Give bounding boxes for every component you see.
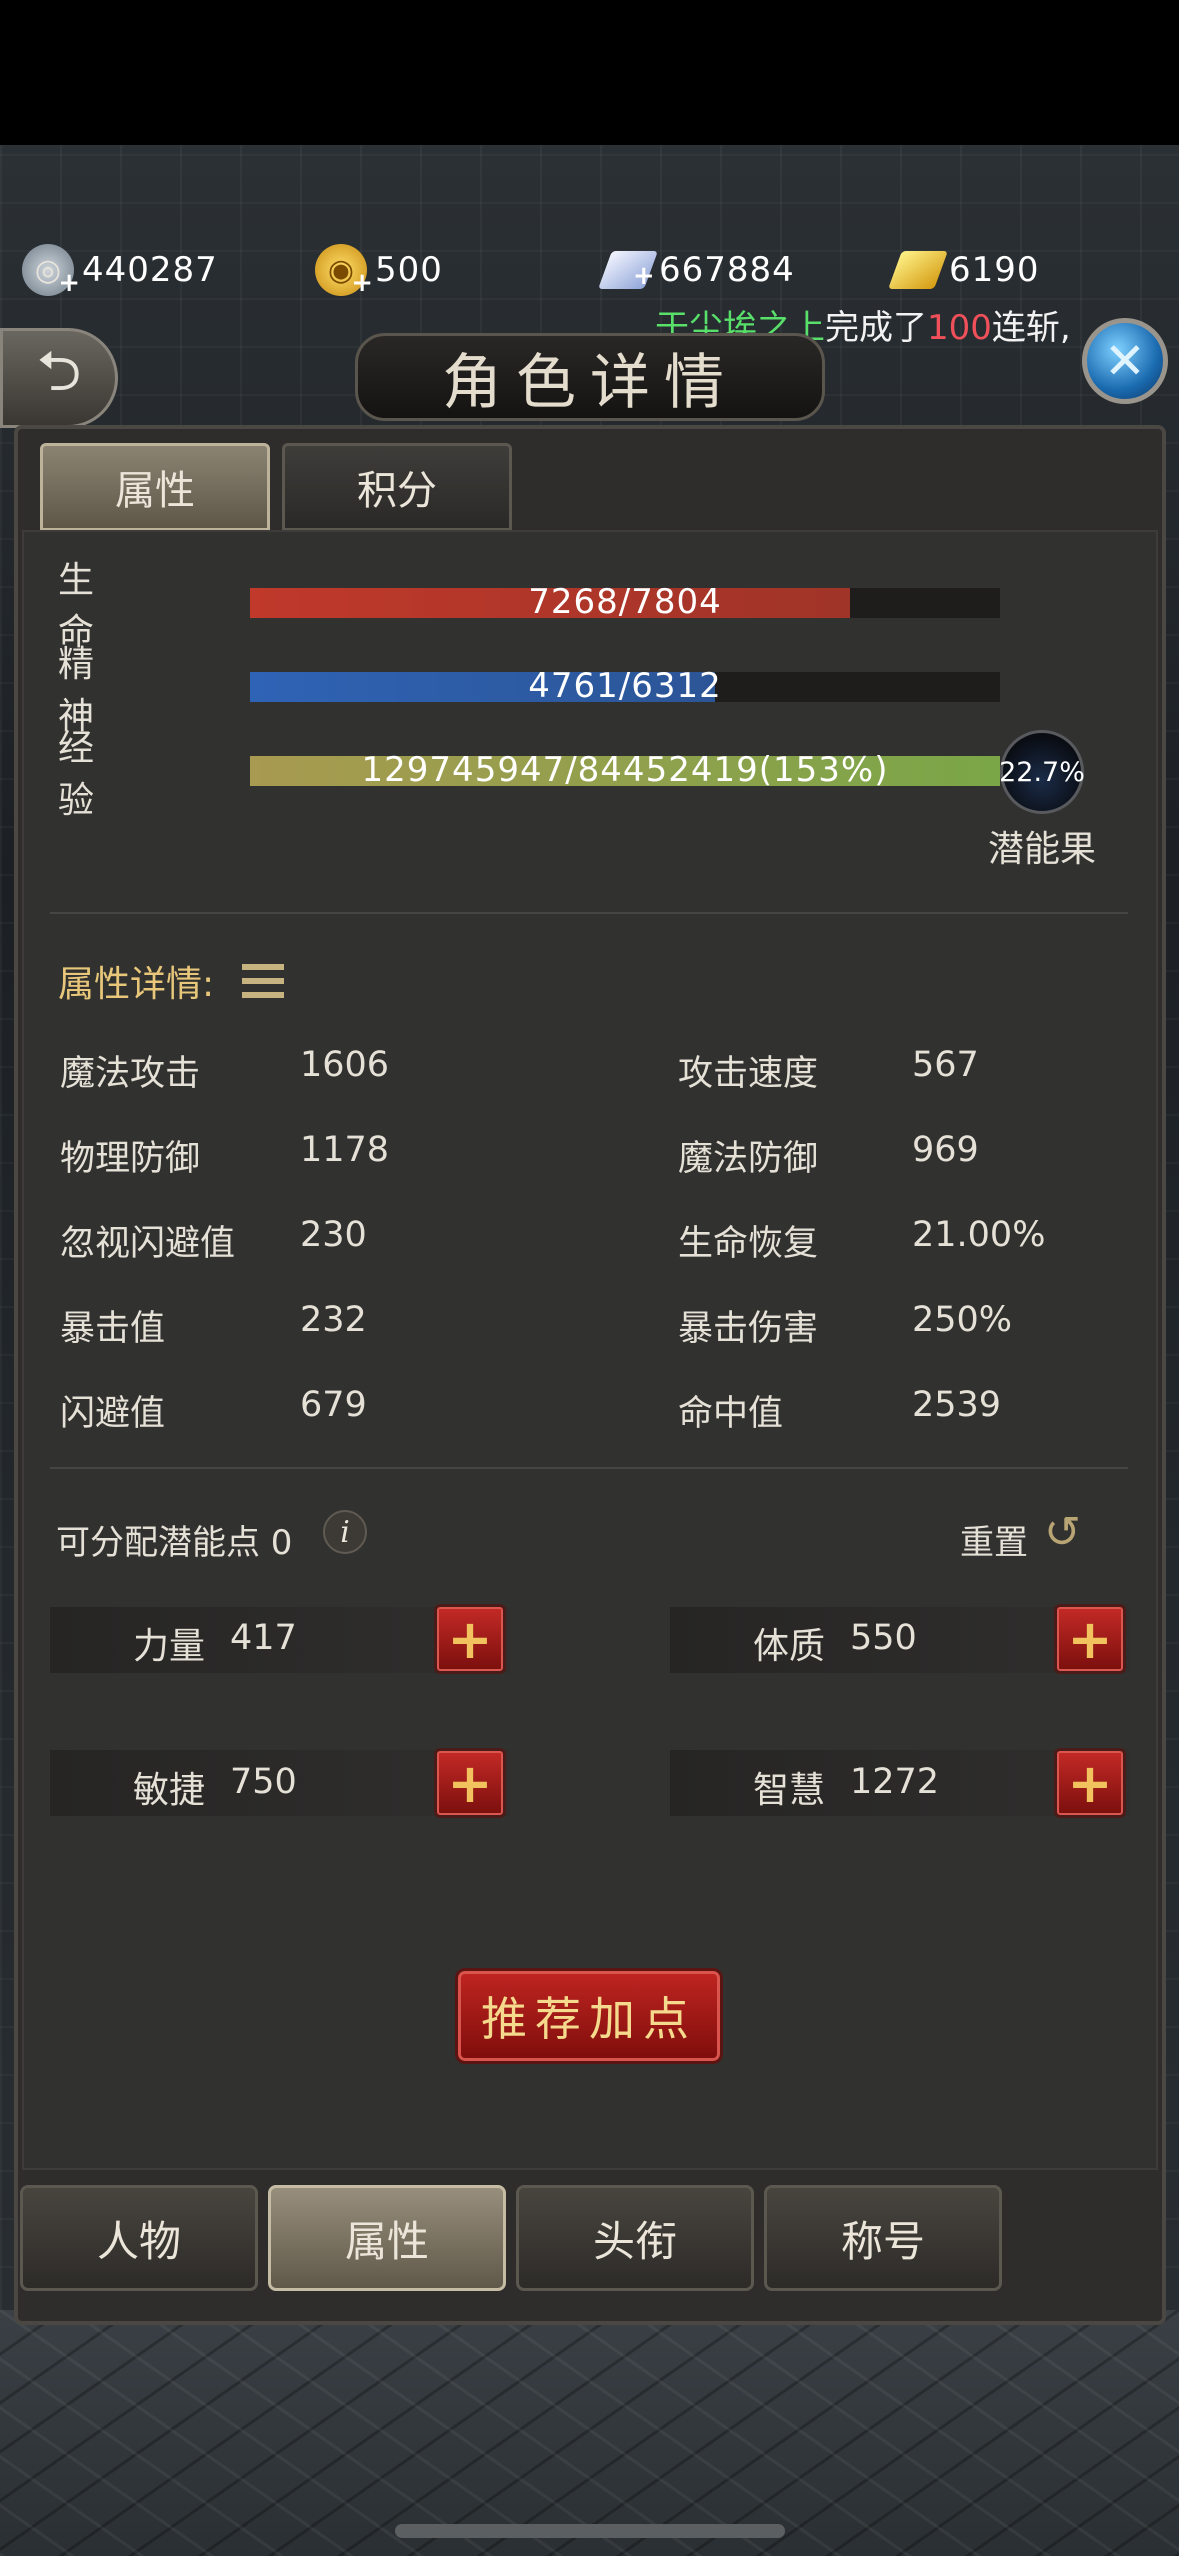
divider	[50, 1467, 1128, 1469]
attr-value: 232	[300, 1300, 367, 1340]
floor-background	[0, 2310, 1179, 2556]
tab-points[interactable]: 积分	[282, 443, 512, 531]
exp-bar: 129745947/84452419(153%)	[250, 750, 1000, 790]
attr-name: 闪避值	[60, 1394, 166, 1434]
gold-coin-icon: ◉ +	[315, 244, 373, 298]
nav-title[interactable]: 称号	[764, 2185, 1002, 2291]
silver-coin-icon: ◎ +	[22, 244, 80, 298]
attr-name: 物理防御	[60, 1139, 201, 1179]
hp-bar-text: 7268/7804	[528, 582, 722, 622]
orb-value: 22.7%	[999, 756, 1085, 788]
stat-name: 体质	[753, 1626, 826, 1667]
exp-label: 经验	[58, 728, 159, 821]
attr-name: 生命恢复	[678, 1224, 819, 1264]
stat-name: 敏捷	[133, 1770, 206, 1811]
silver-value: 440287	[82, 250, 218, 290]
title-plate: 角色详情	[355, 333, 825, 421]
potential-fruit-orb[interactable]: 22.7%	[999, 730, 1085, 814]
add-agility-button[interactable]: +	[434, 1748, 506, 1818]
gold-value: 500	[375, 250, 443, 290]
reset-icon[interactable]: ↺	[1044, 1508, 1094, 1558]
attr-value: 1178	[300, 1130, 390, 1170]
nav-rank[interactable]: 头衔	[516, 2185, 754, 2291]
currency-gold-bar[interactable]: 6190	[888, 235, 1040, 305]
attr-name: 魔法攻击	[60, 1054, 201, 1094]
stat-name: 智慧	[753, 1770, 826, 1811]
diamond-icon: +	[598, 251, 658, 291]
home-indicator	[395, 2524, 785, 2538]
attr-name: 魔法防御	[678, 1139, 819, 1179]
attr-name: 暴击伤害	[678, 1309, 819, 1349]
gold-bar-value: 6190	[949, 250, 1040, 290]
gold-bar-icon	[888, 251, 948, 289]
tab-bar: 属性 积分	[40, 443, 512, 531]
back-button[interactable]: ⮌	[0, 328, 118, 428]
potential-fruit-label: 潜能果	[988, 829, 1097, 870]
nav-attributes[interactable]: 属性	[268, 2185, 506, 2291]
info-icon[interactable]: i	[323, 1510, 367, 1554]
attr-value: 567	[912, 1045, 979, 1085]
stat-value: 1272	[850, 1762, 940, 1802]
currency-silver[interactable]: ◎ + 440287	[22, 235, 218, 305]
mp-bar-text: 4761/6312	[528, 666, 722, 706]
hp-bar: 7268/7804	[250, 582, 1000, 622]
attr-value: 969	[912, 1130, 979, 1170]
divider	[50, 912, 1128, 914]
currency-gold[interactable]: ◉ + 500	[315, 235, 443, 305]
currency-diamond[interactable]: + 667884	[598, 235, 795, 305]
attr-value: 230	[300, 1215, 367, 1255]
attribute-details-title: 属性详情:	[58, 964, 215, 1005]
attr-value: 1606	[300, 1045, 390, 1085]
attr-value: 250%	[912, 1300, 1013, 1340]
exp-row: 经验	[58, 728, 218, 821]
header: ⮌ 角色详情 ✕	[0, 318, 1179, 428]
currency-bar: ◎ + 440287 ◉ + 500 + 667884 6190	[0, 235, 1179, 305]
attr-value: 2539	[912, 1385, 1002, 1425]
attr-name: 暴击值	[60, 1309, 166, 1349]
mp-row: 精神	[58, 644, 218, 737]
stat-value: 417	[230, 1618, 297, 1658]
close-button[interactable]: ✕	[1082, 318, 1168, 404]
nav-character[interactable]: 人物	[20, 2185, 258, 2291]
attr-name: 攻击速度	[678, 1054, 819, 1094]
stat-value: 750	[230, 1762, 297, 1802]
list-icon[interactable]	[242, 964, 285, 998]
stat-value: 550	[850, 1618, 917, 1658]
stat-name: 力量	[133, 1626, 206, 1667]
mp-bar: 4761/6312	[250, 666, 1000, 706]
close-icon: ✕	[1104, 332, 1146, 390]
attr-value: 679	[300, 1385, 367, 1425]
diamond-value: 667884	[659, 250, 795, 290]
attr-name: 命中值	[678, 1394, 784, 1434]
attr-name: 忽视闪避值	[60, 1224, 236, 1264]
add-wisdom-button[interactable]: +	[1054, 1748, 1126, 1818]
bottom-nav: 人物 属性 头衔 称号	[20, 2185, 1160, 2297]
available-points-label: 可分配潜能点 0	[56, 1523, 293, 1563]
add-strength-button[interactable]: +	[434, 1604, 506, 1674]
exp-bar-text: 129745947/84452419(153%)	[361, 750, 889, 790]
tab-attributes[interactable]: 属性	[40, 443, 270, 531]
attribute-details-header: 属性详情:	[58, 955, 285, 1007]
attr-value: 21.00%	[912, 1215, 1046, 1255]
page-title: 角色详情	[442, 347, 738, 418]
add-constitution-button[interactable]: +	[1054, 1604, 1126, 1674]
reset-label[interactable]: 重置	[960, 1515, 1028, 1564]
back-arrow-icon: ⮌	[36, 338, 82, 404]
recommend-points-button[interactable]: 推荐加点	[455, 1968, 723, 2064]
hp-row: 生命	[58, 560, 218, 653]
